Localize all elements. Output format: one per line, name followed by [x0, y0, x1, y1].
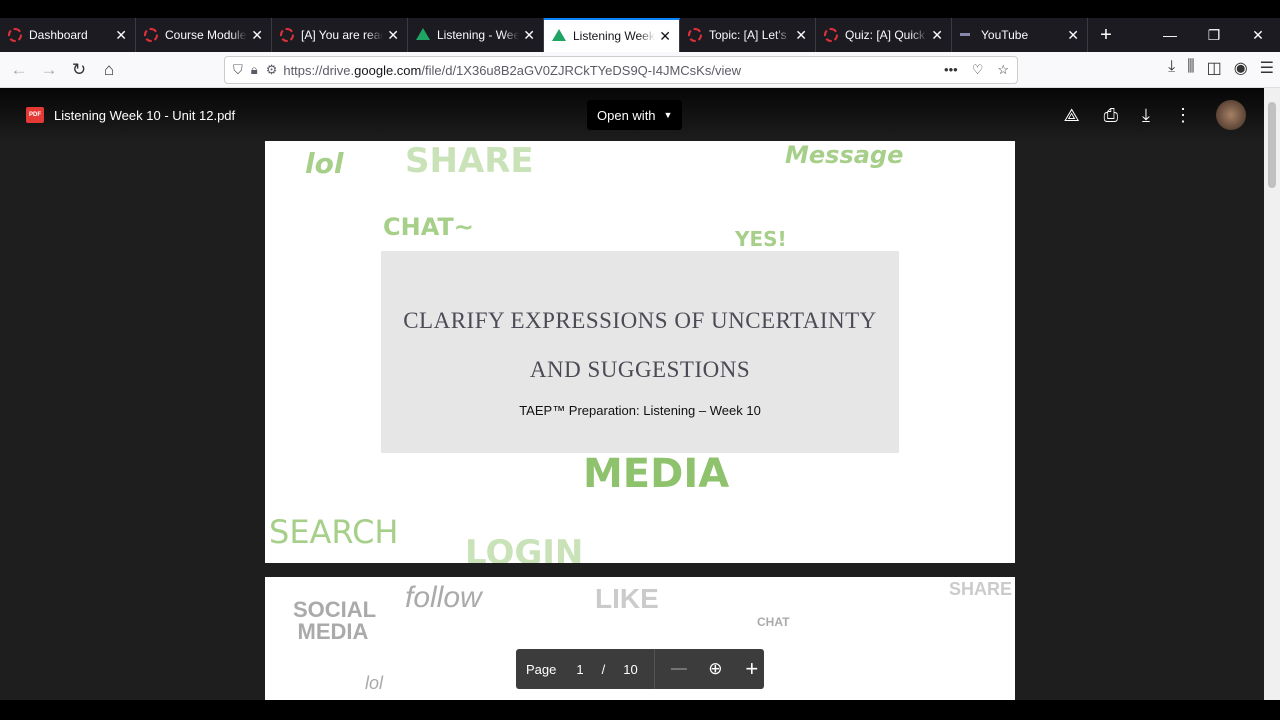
- tab-label: Topic: [A] Let's: [709, 28, 787, 42]
- moodle-icon: [280, 28, 294, 42]
- address-bar[interactable]: ⛉ 🔒︎ ⚙ https://drive.google.com/file/d/1…: [224, 56, 1018, 84]
- pdf-file-icon: PDF: [26, 107, 44, 123]
- artwork-word: lol: [305, 147, 344, 180]
- moodle-icon: [688, 28, 702, 42]
- new-tab-button[interactable]: +: [1088, 18, 1124, 52]
- viewer-header: PDF Listening Week 10 - Unit 12.pdf Open…: [0, 88, 1264, 142]
- artwork-word: SEARCH: [269, 513, 399, 551]
- home-button[interactable]: ⌂: [94, 60, 124, 80]
- close-window-button[interactable]: ✕: [1236, 18, 1280, 52]
- caret-down-icon: ▼: [663, 110, 673, 120]
- page-actions-icon[interactable]: •••: [944, 62, 958, 78]
- close-tab-icon[interactable]: ✕: [387, 27, 399, 44]
- slide-title: CLARIFY EXPRESSIONS OF UNCERTAINTY AND SU…: [403, 308, 877, 382]
- file-name: Listening Week 10 - Unit 12.pdf: [54, 107, 236, 123]
- moodle-icon: [824, 28, 838, 42]
- menu-icon[interactable]: ☰: [1260, 58, 1274, 78]
- add-to-drive-icon[interactable]: ⟁: [1064, 105, 1080, 126]
- artwork-word: SOCIAL MEDIA: [293, 597, 377, 644]
- sidebar-icon[interactable]: ◫: [1207, 58, 1222, 78]
- page-separator: /: [601, 661, 606, 677]
- download-icon[interactable]: ⤓: [1142, 105, 1150, 126]
- restore-button[interactable]: ❐: [1192, 18, 1236, 52]
- tab-you-are-ready[interactable]: [A] You are ready ✕: [272, 18, 408, 52]
- close-tab-icon[interactable]: ✕: [659, 28, 671, 45]
- screen-bottom-border: [0, 700, 1280, 720]
- artwork-word: SHARE: [949, 579, 1013, 599]
- artwork-word: Message: [785, 141, 904, 169]
- total-pages: 10: [623, 661, 638, 677]
- url-text[interactable]: https://drive.google.com/file/d/1X36u8B2…: [283, 63, 741, 78]
- moodle-icon: [8, 28, 22, 42]
- tab-course-modules[interactable]: Course Modules ✕: [136, 18, 272, 52]
- pdf-page-1: lol SHARE Message CHAT~ YES! MEDIA SEARC…: [265, 141, 1015, 563]
- tab-label: Dashboard: [29, 28, 88, 42]
- google-drive-icon: [416, 28, 430, 42]
- reload-button[interactable]: ↻: [64, 60, 94, 80]
- artwork-word: LIKE: [595, 583, 659, 614]
- pdf-viewer: lol SHARE Message CHAT~ YES! MEDIA SEARC…: [0, 88, 1264, 707]
- more-options-icon[interactable]: ⋮: [1174, 105, 1192, 126]
- shield-icon[interactable]: ⛉: [233, 62, 243, 78]
- avatar[interactable]: [1216, 100, 1246, 130]
- google-drive-icon: [552, 29, 566, 43]
- slide-title-box: CLARIFY EXPRESSIONS OF UNCERTAINTY AND SU…: [381, 251, 899, 453]
- artwork-word: follow: [405, 581, 482, 614]
- artwork-word: LOGIN: [465, 533, 584, 563]
- close-tab-icon[interactable]: ✕: [115, 27, 127, 44]
- navigation-toolbar: ← → ↻ ⌂ ⛉ 🔒︎ ⚙ https://drive.google.com/…: [0, 52, 1280, 88]
- open-with-button[interactable]: Open with ▼: [587, 100, 683, 130]
- zoom-icon[interactable]: ⊕: [703, 659, 727, 679]
- tab-label: Listening Week: [573, 29, 655, 43]
- zoom-out-button[interactable]: —: [667, 660, 691, 678]
- close-tab-icon[interactable]: ✕: [1067, 27, 1079, 44]
- close-tab-icon[interactable]: ✕: [251, 27, 263, 44]
- bookmark-star-icon[interactable]: ☆: [997, 62, 1009, 78]
- tab-label: Quiz: [A] Quick: [845, 28, 926, 42]
- slide-subtitle: TAEP™ Preparation: Listening – Week 10: [519, 403, 761, 418]
- scrollbar[interactable]: [1264, 88, 1280, 700]
- close-tab-icon[interactable]: ✕: [931, 27, 943, 44]
- tab-youtube[interactable]: ▬ YouTube ✕: [952, 18, 1088, 52]
- print-icon[interactable]: ⎙: [1104, 105, 1118, 126]
- page-controls: Page 1 / 10 — ⊕ +: [516, 649, 764, 689]
- lock-icon[interactable]: 🔒︎: [251, 62, 258, 78]
- scrollbar-thumb[interactable]: [1268, 102, 1276, 188]
- account-icon[interactable]: ◉: [1234, 58, 1248, 78]
- artwork-word: SHARE: [405, 141, 534, 181]
- close-tab-icon[interactable]: ✕: [795, 27, 807, 44]
- minimize-button[interactable]: —: [1148, 18, 1192, 52]
- downloads-icon[interactable]: ⤓: [1168, 58, 1175, 78]
- tab-quiz[interactable]: Quiz: [A] Quick ✕: [816, 18, 952, 52]
- screen-top-border: [0, 0, 1280, 18]
- artwork-word: CHAT~: [383, 213, 474, 241]
- tab-label: [A] You are ready: [301, 28, 383, 42]
- zoom-in-button[interactable]: +: [740, 656, 764, 682]
- youtube-icon: ▬: [960, 28, 970, 39]
- page-label: Page: [526, 661, 557, 677]
- forward-button[interactable]: →: [34, 60, 64, 80]
- tab-label: Listening - Week: [437, 28, 520, 42]
- close-tab-icon[interactable]: ✕: [523, 27, 535, 44]
- moodle-icon: [144, 28, 158, 42]
- tab-label: Course Modules: [165, 28, 248, 42]
- artwork-word: YES!: [735, 227, 787, 251]
- tab-bar: Dashboard ✕ Course Modules ✕ [A] You are r…: [0, 18, 1280, 52]
- pocket-icon[interactable]: ♡: [972, 62, 984, 78]
- tab-topic[interactable]: Topic: [A] Let's ✕: [680, 18, 816, 52]
- permissions-icon[interactable]: ⚙: [266, 62, 278, 78]
- artwork-word: MEDIA: [583, 451, 730, 497]
- tab-listening-week-active[interactable]: Listening Week ✕: [544, 18, 680, 52]
- artwork-word: CHAT: [757, 615, 790, 629]
- library-icon[interactable]: ⫼: [1187, 58, 1194, 78]
- tab-dashboard[interactable]: Dashboard ✕: [0, 18, 136, 52]
- tab-label: YouTube: [981, 28, 1029, 42]
- current-page-input[interactable]: 1: [576, 662, 583, 677]
- back-button[interactable]: ←: [4, 60, 34, 80]
- tab-listening-week-1[interactable]: Listening - Week ✕: [408, 18, 544, 52]
- artwork-word: lol: [365, 673, 384, 693]
